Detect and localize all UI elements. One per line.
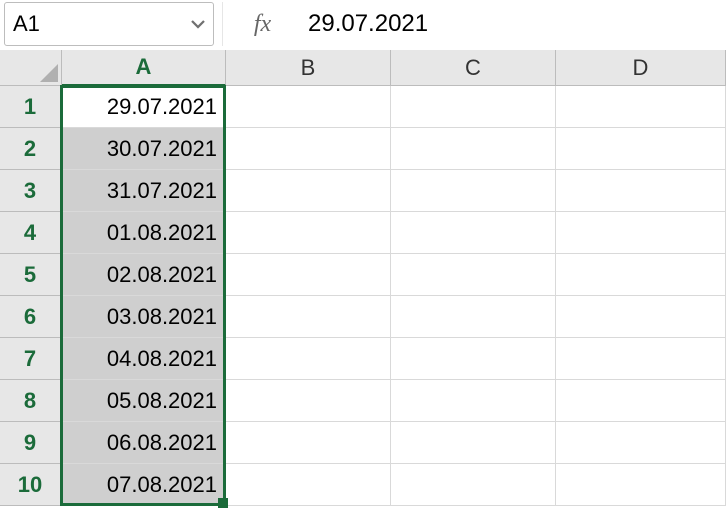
row-7: 7 04.08.2021 xyxy=(0,338,726,380)
cell-B6[interactable] xyxy=(226,296,391,338)
cell-D3[interactable] xyxy=(556,170,726,212)
column-headers: A B C D xyxy=(0,50,726,86)
cell-B9[interactable] xyxy=(226,422,391,464)
cell-D4[interactable] xyxy=(556,212,726,254)
column-header-D[interactable]: D xyxy=(556,50,726,86)
cell-B8[interactable] xyxy=(226,380,391,422)
spreadsheet-grid: A B C D 1 29.07.2021 2 30.07.2021 3 31.0… xyxy=(0,50,726,506)
fx-icon: fx xyxy=(254,11,271,38)
row-header-3[interactable]: 3 xyxy=(0,170,62,212)
cell-C10[interactable] xyxy=(391,464,556,506)
row-10: 10 07.08.2021 xyxy=(0,464,726,506)
name-box[interactable]: A1 xyxy=(4,2,214,46)
cell-D7[interactable] xyxy=(556,338,726,380)
row-3: 3 31.07.2021 xyxy=(0,170,726,212)
cell-C7[interactable] xyxy=(391,338,556,380)
cell-A4[interactable]: 01.08.2021 xyxy=(62,212,226,254)
cell-D9[interactable] xyxy=(556,422,726,464)
column-header-A[interactable]: A xyxy=(62,50,226,86)
cell-D8[interactable] xyxy=(556,380,726,422)
row-header-6[interactable]: 6 xyxy=(0,296,62,338)
formula-input[interactable]: 29.07.2021 xyxy=(302,2,722,46)
chevron-down-icon[interactable] xyxy=(189,15,207,33)
row-4: 4 01.08.2021 xyxy=(0,212,726,254)
cell-C6[interactable] xyxy=(391,296,556,338)
cell-B2[interactable] xyxy=(226,128,391,170)
row-header-5[interactable]: 5 xyxy=(0,254,62,296)
row-6: 6 03.08.2021 xyxy=(0,296,726,338)
row-header-7[interactable]: 7 xyxy=(0,338,62,380)
row-header-4[interactable]: 4 xyxy=(0,212,62,254)
cell-C5[interactable] xyxy=(391,254,556,296)
row-1: 1 29.07.2021 xyxy=(0,86,726,128)
name-box-value: A1 xyxy=(5,11,40,37)
row-header-9[interactable]: 9 xyxy=(0,422,62,464)
cell-C4[interactable] xyxy=(391,212,556,254)
cell-B3[interactable] xyxy=(226,170,391,212)
cell-A9[interactable]: 06.08.2021 xyxy=(62,422,226,464)
cell-C8[interactable] xyxy=(391,380,556,422)
cell-C9[interactable] xyxy=(391,422,556,464)
column-header-C[interactable]: C xyxy=(391,50,556,86)
row-2: 2 30.07.2021 xyxy=(0,128,726,170)
cell-B7[interactable] xyxy=(226,338,391,380)
cell-D1[interactable] xyxy=(556,86,726,128)
cell-A5[interactable]: 02.08.2021 xyxy=(62,254,226,296)
cell-A6[interactable]: 03.08.2021 xyxy=(62,296,226,338)
select-all-corner[interactable] xyxy=(0,50,62,86)
select-all-icon xyxy=(40,64,58,82)
fx-button[interactable]: fx xyxy=(222,2,294,46)
cell-B10[interactable] xyxy=(226,464,391,506)
cell-A3[interactable]: 31.07.2021 xyxy=(62,170,226,212)
column-header-B[interactable]: B xyxy=(226,50,391,86)
cell-D5[interactable] xyxy=(556,254,726,296)
row-8: 8 05.08.2021 xyxy=(0,380,726,422)
formula-input-value: 29.07.2021 xyxy=(308,10,428,38)
cell-B1[interactable] xyxy=(226,86,391,128)
cell-A1[interactable]: 29.07.2021 xyxy=(62,86,226,128)
row-5: 5 02.08.2021 xyxy=(0,254,726,296)
cell-D6[interactable] xyxy=(556,296,726,338)
row-header-1[interactable]: 1 xyxy=(0,86,62,128)
cell-C2[interactable] xyxy=(391,128,556,170)
row-header-10[interactable]: 10 xyxy=(0,464,62,506)
cell-D2[interactable] xyxy=(556,128,726,170)
cell-C1[interactable] xyxy=(391,86,556,128)
cell-B5[interactable] xyxy=(226,254,391,296)
cell-C3[interactable] xyxy=(391,170,556,212)
cell-A7[interactable]: 04.08.2021 xyxy=(62,338,226,380)
cell-A10[interactable]: 07.08.2021 xyxy=(62,464,226,506)
row-header-8[interactable]: 8 xyxy=(0,380,62,422)
row-9: 9 06.08.2021 xyxy=(0,422,726,464)
row-header-2[interactable]: 2 xyxy=(0,128,62,170)
cell-A8[interactable]: 05.08.2021 xyxy=(62,380,226,422)
cell-B4[interactable] xyxy=(226,212,391,254)
cell-A2[interactable]: 30.07.2021 xyxy=(62,128,226,170)
cell-D10[interactable] xyxy=(556,464,726,506)
formula-bar: A1 fx 29.07.2021 xyxy=(0,0,726,50)
